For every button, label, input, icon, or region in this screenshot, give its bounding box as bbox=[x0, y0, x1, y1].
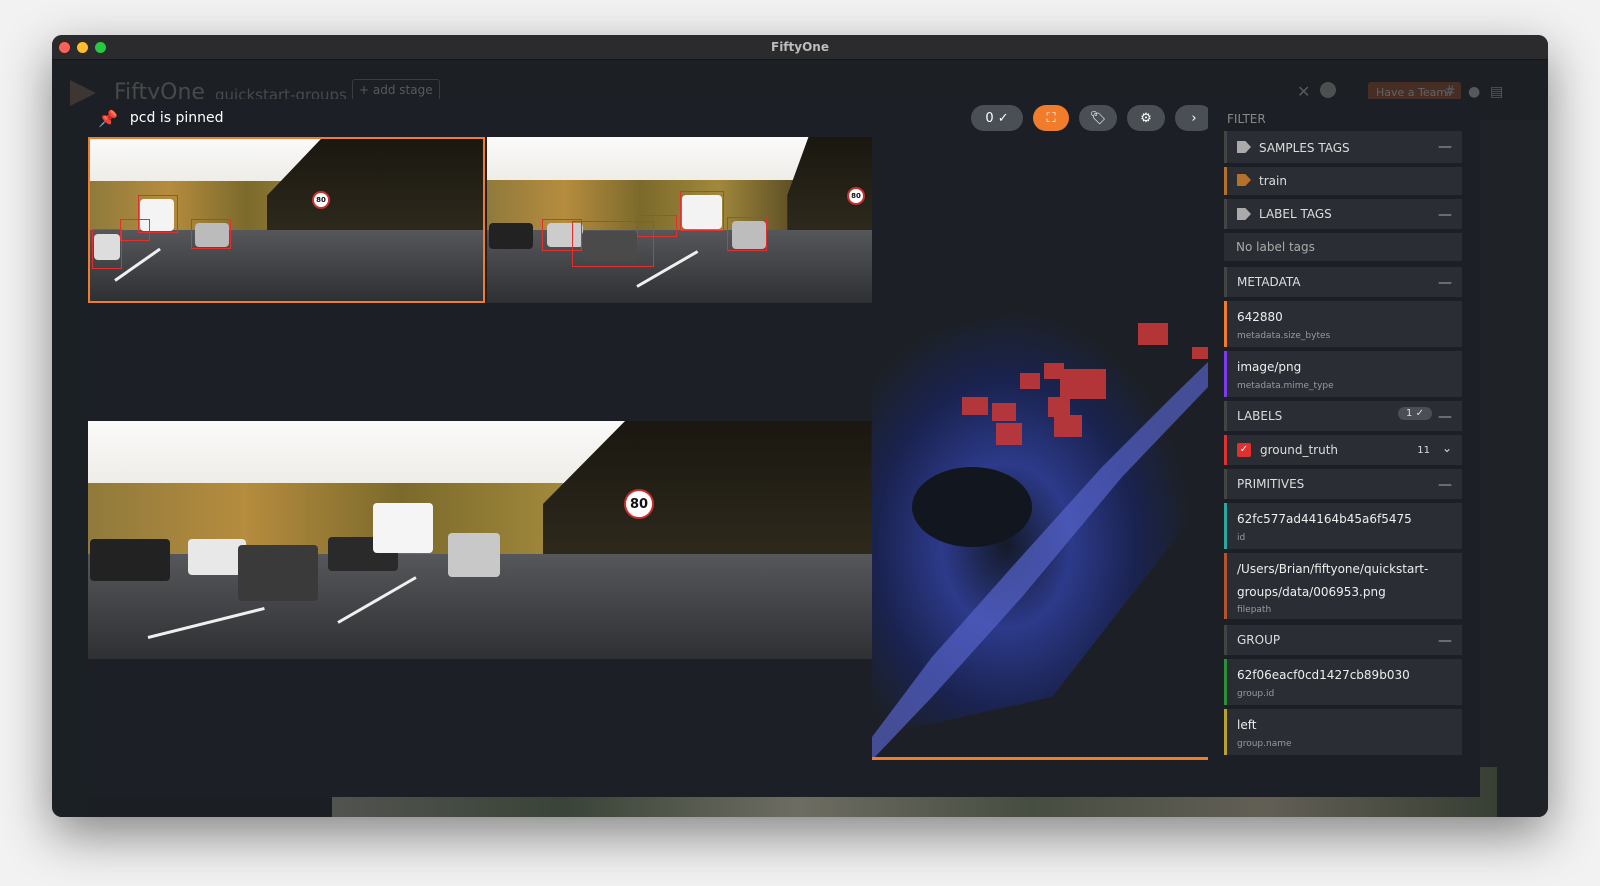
group-slice-left-thumbnail[interactable]: 80 bbox=[88, 137, 485, 303]
group-slice-right-thumbnail[interactable]: 80 bbox=[487, 137, 872, 303]
primitive-id-field: 62fc577ad44164b45a6f5475 id bbox=[1224, 503, 1462, 549]
label-count: 11 bbox=[1417, 445, 1430, 456]
slack-icon[interactable]: # bbox=[1444, 84, 1460, 100]
ground-truth-checkbox[interactable]: ✓ bbox=[1237, 443, 1251, 457]
docs-icon[interactable]: ▤ bbox=[1490, 84, 1506, 100]
tag-icon[interactable]: 🏷 bbox=[1079, 105, 1117, 131]
labels-header[interactable]: LABELS 1 ✓ — bbox=[1224, 401, 1462, 431]
metadata-header[interactable]: METADATA — bbox=[1224, 267, 1462, 297]
collapse-icon[interactable]: — bbox=[1438, 409, 1452, 425]
no-label-tags: No label tags bbox=[1224, 233, 1462, 261]
group-id-field: 62f06eacf0cd1427cb89b030 group.id bbox=[1224, 659, 1462, 705]
collapse-icon[interactable]: — bbox=[1438, 139, 1452, 155]
label-tags-header[interactable]: LABEL TAGS — bbox=[1224, 199, 1462, 229]
title-bar: FiftyOne bbox=[52, 35, 1548, 60]
background-sidebar bbox=[52, 120, 88, 817]
label-ground-truth[interactable]: ✓ ground_truth 11 ⌄ bbox=[1224, 435, 1462, 465]
github-icon[interactable]: ● bbox=[1468, 84, 1484, 100]
gear-icon[interactable]: ⚙ bbox=[1127, 105, 1165, 131]
window-title: FiftyOne bbox=[771, 40, 829, 54]
metadata-size-field: 642880 metadata.size_bytes bbox=[1224, 301, 1462, 347]
filter-sidebar: FILTER SAMPLES TAGS — train LABEL TAGS —… bbox=[1208, 99, 1480, 797]
help-icon[interactable] bbox=[1320, 82, 1336, 98]
filter-title: FILTER bbox=[1227, 112, 1266, 126]
point-cloud-render bbox=[872, 312, 1208, 760]
maximize-window-button[interactable] bbox=[95, 42, 106, 53]
close-window-button[interactable] bbox=[59, 42, 70, 53]
metadata-mime-field: image/png metadata.mime_type bbox=[1224, 351, 1462, 397]
collapse-icon[interactable]: — bbox=[1438, 275, 1452, 291]
main-image[interactable]: 80 bbox=[88, 421, 872, 659]
tag-icon bbox=[1237, 174, 1251, 186]
select-image-icon[interactable]: ⛶ bbox=[1033, 105, 1069, 131]
tag-icon bbox=[1237, 141, 1251, 153]
minimize-window-button[interactable] bbox=[77, 42, 88, 53]
pinned-status: pcd is pinned bbox=[129, 110, 224, 126]
collapse-icon[interactable]: — bbox=[1438, 207, 1452, 223]
collapse-icon[interactable]: — bbox=[1438, 477, 1452, 493]
selected-count-button[interactable]: 0 ✓ bbox=[971, 105, 1023, 131]
group-header[interactable]: GROUP — bbox=[1224, 625, 1462, 655]
group-name-field: left group.name bbox=[1224, 709, 1462, 755]
collapse-icon[interactable]: — bbox=[1438, 633, 1452, 649]
active-slice-indicator bbox=[872, 757, 1208, 760]
labels-count-badge: 1 ✓ bbox=[1398, 407, 1432, 420]
samples-tags-header[interactable]: SAMPLES TAGS — bbox=[1224, 131, 1462, 163]
primitive-filepath-field: /Users/Brian/fiftyone/quickstart- groups… bbox=[1224, 553, 1462, 619]
modal-actions: 0 ✓ ⛶ 🏷 ⚙ › bbox=[971, 105, 1213, 131]
add-stage-button[interactable]: + add stage bbox=[352, 79, 440, 101]
sample-modal: 📌 pcd is pinned 0 ✓ ⛶ 🏷 ⚙ › 80 80 80 FIL… bbox=[88, 99, 1480, 797]
background-grid-area bbox=[1480, 120, 1548, 817]
app-window: FiftyOne FiftyOne quickstart-groups + ad… bbox=[52, 35, 1548, 817]
point-cloud-viewer[interactable] bbox=[872, 137, 1208, 760]
sample-tag-train[interactable]: train bbox=[1224, 167, 1462, 195]
pin-icon[interactable]: 📌 bbox=[98, 109, 118, 128]
tag-icon bbox=[1237, 208, 1251, 220]
chevron-down-icon[interactable]: ⌄ bbox=[1442, 441, 1452, 455]
primitives-header[interactable]: PRIMITIVES — bbox=[1224, 469, 1462, 499]
